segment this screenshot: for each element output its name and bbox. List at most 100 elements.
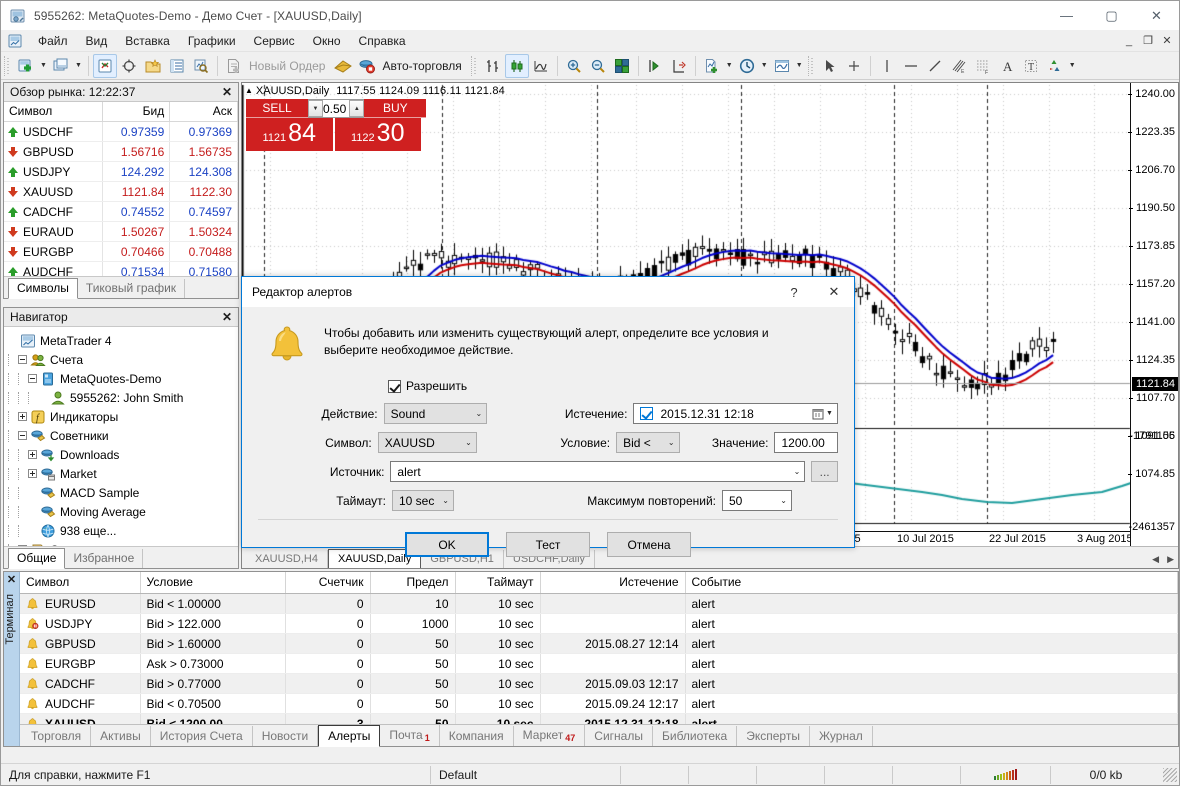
- expiry-checkbox[interactable]: [640, 407, 653, 420]
- alerts-column-timeout[interactable]: Таймаут: [455, 572, 540, 594]
- terminal-tab-9[interactable]: Библиотека: [653, 726, 737, 746]
- dialog-close-icon[interactable]: ✕: [814, 277, 854, 307]
- arrows-dropdown-icon[interactable]: ▼: [1067, 54, 1078, 78]
- mdi-restore-button[interactable]: ❐: [1139, 32, 1157, 49]
- alerts-column-condition[interactable]: Условие: [140, 572, 285, 594]
- toolbar-grip-2[interactable]: [471, 56, 478, 76]
- profiles-dropdown-icon[interactable]: ▼: [73, 54, 84, 78]
- buy-label[interactable]: BUY: [364, 99, 426, 118]
- alerts-column-expiry[interactable]: Истечение: [540, 572, 685, 594]
- tree-collapse-icon[interactable]: [28, 374, 37, 383]
- indicators-icon[interactable]: [700, 54, 724, 78]
- alerts-table-row[interactable]: XAUUSDBid < 1200.0035010 sec2015.12.31 1…: [20, 714, 1178, 725]
- mdi-minimize-button[interactable]: _: [1120, 32, 1138, 49]
- navigator-node[interactable]: MetaTrader 4: [8, 331, 238, 350]
- crosshair-icon[interactable]: [842, 54, 866, 78]
- market-watch-row[interactable]: AUDCHF0.715340.71580: [4, 262, 238, 278]
- navigator-node[interactable]: Downloads: [8, 445, 238, 464]
- column-ask[interactable]: Аск: [170, 102, 238, 122]
- cursor-icon[interactable]: [818, 54, 842, 78]
- timeout-select[interactable]: 10 sec ⌄: [392, 490, 454, 511]
- chart-price-axis[interactable]: 1240.001223.351206.701190.501173.851157.…: [1130, 83, 1178, 568]
- volume-value[interactable]: 0.50: [323, 102, 349, 116]
- tab-tick-chart[interactable]: Тиковый график: [78, 279, 185, 298]
- tree-expand-icon[interactable]: [28, 469, 37, 478]
- toolbar-grip-3[interactable]: [808, 56, 815, 76]
- terminal-tab-4[interactable]: Алерты: [318, 725, 380, 747]
- chart-tab-scroll-left-icon[interactable]: ◀: [1152, 554, 1159, 565]
- alerts-column-event[interactable]: Событие: [685, 572, 1178, 594]
- terminal-tab-10[interactable]: Эксперты: [737, 726, 810, 746]
- test-button[interactable]: Тест: [506, 532, 590, 557]
- terminal-tab-0[interactable]: Торговля: [22, 726, 91, 746]
- toolbar-grip-1[interactable]: [4, 56, 11, 76]
- market-watch-row[interactable]: XAUUSD1121.841122.30: [4, 182, 238, 202]
- browse-button[interactable]: ...: [811, 461, 838, 482]
- source-combobox[interactable]: alert ⌄: [390, 461, 805, 482]
- strategy-tester-icon[interactable]: [189, 54, 213, 78]
- alerts-table-row[interactable]: EURGBPAsk > 0.7300005010 secalert: [20, 654, 1178, 674]
- fibonacci-icon[interactable]: F: [971, 54, 995, 78]
- menu-item-help[interactable]: Справка: [350, 31, 415, 51]
- menu-item-file[interactable]: Файл: [29, 31, 77, 51]
- alerts-column-symbol[interactable]: Символ: [20, 572, 140, 594]
- new-order-icon[interactable]: [222, 54, 246, 78]
- menu-item-tools[interactable]: Сервис: [245, 31, 304, 51]
- chart-tab-scroll-right-icon[interactable]: ▶: [1167, 554, 1174, 565]
- market-watch-row[interactable]: GBPUSD1.567161.56735: [4, 142, 238, 162]
- alerts-table-container[interactable]: Символ Условие Счетчик Предел Таймаут Ис…: [20, 572, 1178, 724]
- condition-select[interactable]: Bid < ⌄: [616, 432, 680, 453]
- zoom-out-icon[interactable]: [586, 54, 610, 78]
- column-symbol[interactable]: Символ: [4, 102, 102, 122]
- market-watch-row[interactable]: EURGBP0.704660.70488: [4, 242, 238, 262]
- navigator-node[interactable]: 5955262: John Smith: [8, 388, 238, 407]
- alerts-table-row[interactable]: USDJPYBid > 122.0000100010 secalert: [20, 614, 1178, 634]
- maximize-button[interactable]: ▢: [1089, 1, 1134, 30]
- alerts-table-row[interactable]: CADCHFBid > 0.7700005010 sec2015.09.03 1…: [20, 674, 1178, 694]
- terminal-tab-3[interactable]: Новости: [253, 726, 318, 746]
- autotrading-icon[interactable]: [355, 54, 379, 78]
- text-label-icon[interactable]: T: [1019, 54, 1043, 78]
- calendar-dropdown-icon[interactable]: ▼: [826, 410, 833, 417]
- action-select[interactable]: Sound ⌄: [384, 403, 488, 424]
- terminal-tab-8[interactable]: Сигналы: [585, 726, 653, 746]
- tab-favorites[interactable]: Избранное: [65, 549, 143, 568]
- mdi-close-button[interactable]: ✕: [1158, 32, 1176, 49]
- volume-stepper[interactable]: ▼ 0.50 ▲: [308, 99, 364, 118]
- equidistant-channel-icon[interactable]: E: [947, 54, 971, 78]
- tree-collapse-icon[interactable]: [18, 431, 27, 440]
- indicators-dropdown-icon[interactable]: ▼: [724, 54, 735, 78]
- market-watch-icon[interactable]: [93, 54, 117, 78]
- status-profile[interactable]: Default: [431, 766, 621, 784]
- alert-editor-dialog[interactable]: Редактор алертов ? ✕ Чтобы добавить или …: [241, 276, 855, 548]
- arrows-icon[interactable]: [1043, 54, 1067, 78]
- alerts-table-row[interactable]: EURUSDBid < 1.0000001010 secalert: [20, 594, 1178, 614]
- alerts-table-row[interactable]: AUDCHFBid < 0.7050005010 sec2015.09.24 1…: [20, 694, 1178, 714]
- terminal-tab-6[interactable]: Компания: [440, 726, 514, 746]
- sell-label[interactable]: SELL: [246, 99, 308, 118]
- buy-button[interactable]: 1122 30: [335, 118, 422, 151]
- navigator-node[interactable]: fИндикаторы: [8, 407, 238, 426]
- new-order-label[interactable]: Новый Ордер: [246, 59, 331, 73]
- tree-collapse-icon[interactable]: [18, 355, 27, 364]
- navigator-icon[interactable]: [141, 54, 165, 78]
- tab-common[interactable]: Общие: [8, 548, 65, 569]
- navigator-node[interactable]: Счета: [8, 350, 238, 369]
- text-icon[interactable]: A: [995, 54, 1019, 78]
- market-watch-row[interactable]: EURAUD1.502671.50324: [4, 222, 238, 242]
- profiles-icon[interactable]: [49, 54, 73, 78]
- menu-item-insert[interactable]: Вставка: [116, 31, 179, 51]
- tile-windows-icon[interactable]: [610, 54, 634, 78]
- tree-expand-icon[interactable]: [18, 412, 27, 421]
- terminal-tab-1[interactable]: Активы: [91, 726, 151, 746]
- market-watch-row[interactable]: USDJPY124.292124.308: [4, 162, 238, 182]
- alerts-table-row[interactable]: GBPUSDBid > 1.6000005010 sec2015.08.27 1…: [20, 634, 1178, 654]
- market-watch-close-icon[interactable]: ✕: [222, 85, 232, 99]
- sell-button[interactable]: 1121 84: [246, 118, 333, 151]
- expiry-datetime-field[interactable]: 2015.12.31 12:18 ▼: [633, 403, 838, 424]
- candlestick-chart-icon[interactable]: [505, 54, 529, 78]
- resize-grip-icon[interactable]: [1163, 768, 1177, 782]
- navigator-node[interactable]: MACD Sample: [8, 483, 238, 502]
- horizontal-line-icon[interactable]: [899, 54, 923, 78]
- enable-checkbox[interactable]: [388, 380, 401, 393]
